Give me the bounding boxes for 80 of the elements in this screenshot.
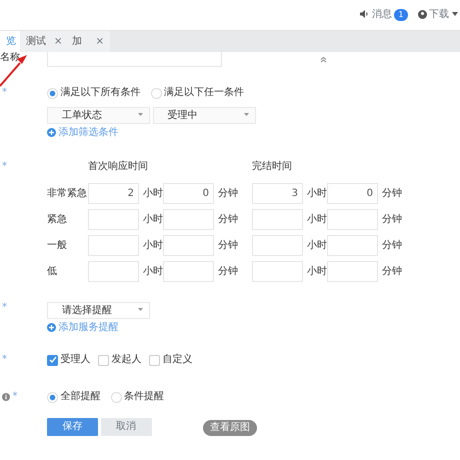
unit-label: 小时 (142, 214, 163, 226)
close-icon[interactable]: × (54, 36, 62, 48)
unit-label: 小时 (306, 240, 327, 252)
radio-button[interactable] (150, 88, 162, 98)
required-mark: * (2, 302, 7, 314)
select-field[interactable]: 请选择提醒 (47, 302, 150, 319)
radio-button[interactable] (110, 392, 122, 402)
close-icon[interactable]: × (96, 36, 104, 48)
notifications-link[interactable]: 消息 (372, 9, 392, 21)
number-field[interactable] (252, 209, 303, 230)
number-field[interactable] (163, 209, 214, 230)
number-field[interactable]: 2 (88, 183, 139, 204)
checkbox-option[interactable]: 受理人 (47, 354, 98, 366)
tab[interactable]: 加 × (66, 31, 110, 52)
number-field[interactable]: 3 (252, 183, 303, 204)
number-field[interactable] (88, 261, 139, 282)
priority-label: 紧急 (47, 214, 68, 226)
notification-count: 1 (394, 9, 408, 21)
number-field[interactable] (88, 235, 139, 256)
number-field[interactable] (163, 235, 214, 256)
unit-label: 分钟 (381, 188, 402, 200)
tab-label[interactable]: 测试 (26, 36, 46, 48)
unit-label: 分钟 (217, 266, 239, 278)
required-mark: * (2, 354, 7, 366)
number-field[interactable] (327, 209, 378, 230)
tab-label[interactable]: 加 (72, 36, 82, 48)
checkbox[interactable] (47, 354, 58, 366)
required-mark: * (12, 391, 18, 403)
speaker-icon[interactable] (360, 9, 370, 21)
unit-label: 分钟 (217, 240, 239, 252)
priority-label: 一般 (47, 240, 68, 252)
required-mark: * (2, 87, 7, 99)
tab[interactable]: 测试 × (20, 31, 66, 52)
checkbox-label: 发起人 (112, 354, 142, 366)
cancel-button[interactable]: 取消 (100, 418, 152, 436)
checkbox[interactable] (149, 354, 160, 366)
plus-icon (47, 322, 56, 334)
unit-label: 分钟 (217, 214, 239, 226)
checkbox-label: 受理人 (60, 354, 90, 366)
unit-label: 分钟 (381, 214, 402, 226)
user-icon[interactable] (418, 9, 426, 21)
number-field[interactable] (252, 235, 303, 256)
radio-option[interactable]: 全部提醒 (47, 391, 100, 403)
user-menu[interactable]: 下载 (429, 9, 449, 21)
radio-button[interactable] (47, 88, 58, 98)
unit-label: 小时 (142, 266, 163, 278)
required-mark: * (2, 161, 7, 173)
priority-label: 低 (47, 266, 58, 278)
unit-label: 小时 (142, 240, 163, 252)
unit-label: 小时 (306, 188, 327, 200)
number-field[interactable] (88, 209, 139, 230)
field-label: 名称 (0, 52, 21, 64)
number-field[interactable] (327, 235, 378, 256)
plus-icon (47, 127, 56, 139)
unit-label: 小时 (306, 214, 327, 226)
name-field[interactable] (47, 52, 222, 67)
unit-label: 分钟 (381, 240, 402, 252)
checkbox-label: 自定义 (162, 354, 192, 366)
select-field[interactable]: 受理中 (152, 107, 256, 124)
radio-label: 全部提醒 (60, 391, 100, 403)
checkbox[interactable] (98, 354, 109, 366)
number-field[interactable] (252, 261, 303, 282)
number-field[interactable]: 0 (327, 183, 378, 204)
unit-label: 小时 (306, 266, 327, 278)
info-icon[interactable] (2, 393, 10, 401)
select-field[interactable]: 工单状态 (47, 107, 150, 124)
radio-button[interactable] (47, 392, 58, 402)
number-field[interactable] (327, 261, 378, 282)
radio-option[interactable]: 条件提醒 (110, 391, 164, 403)
checkbox-option[interactable]: 发起人 (98, 354, 149, 366)
column-header: 完结时间 (252, 161, 292, 173)
column-header: 首次响应时间 (88, 161, 149, 173)
priority-label: 非常紧急 (47, 188, 88, 200)
checkbox-option[interactable]: 自定义 (149, 354, 200, 366)
radio-label: 条件提醒 (124, 391, 164, 403)
unit-label: 分钟 (217, 188, 239, 200)
number-field[interactable]: 0 (163, 183, 214, 204)
number-field[interactable] (163, 261, 214, 282)
unit-label: 分钟 (381, 266, 402, 278)
unit-label: 小时 (142, 188, 163, 200)
